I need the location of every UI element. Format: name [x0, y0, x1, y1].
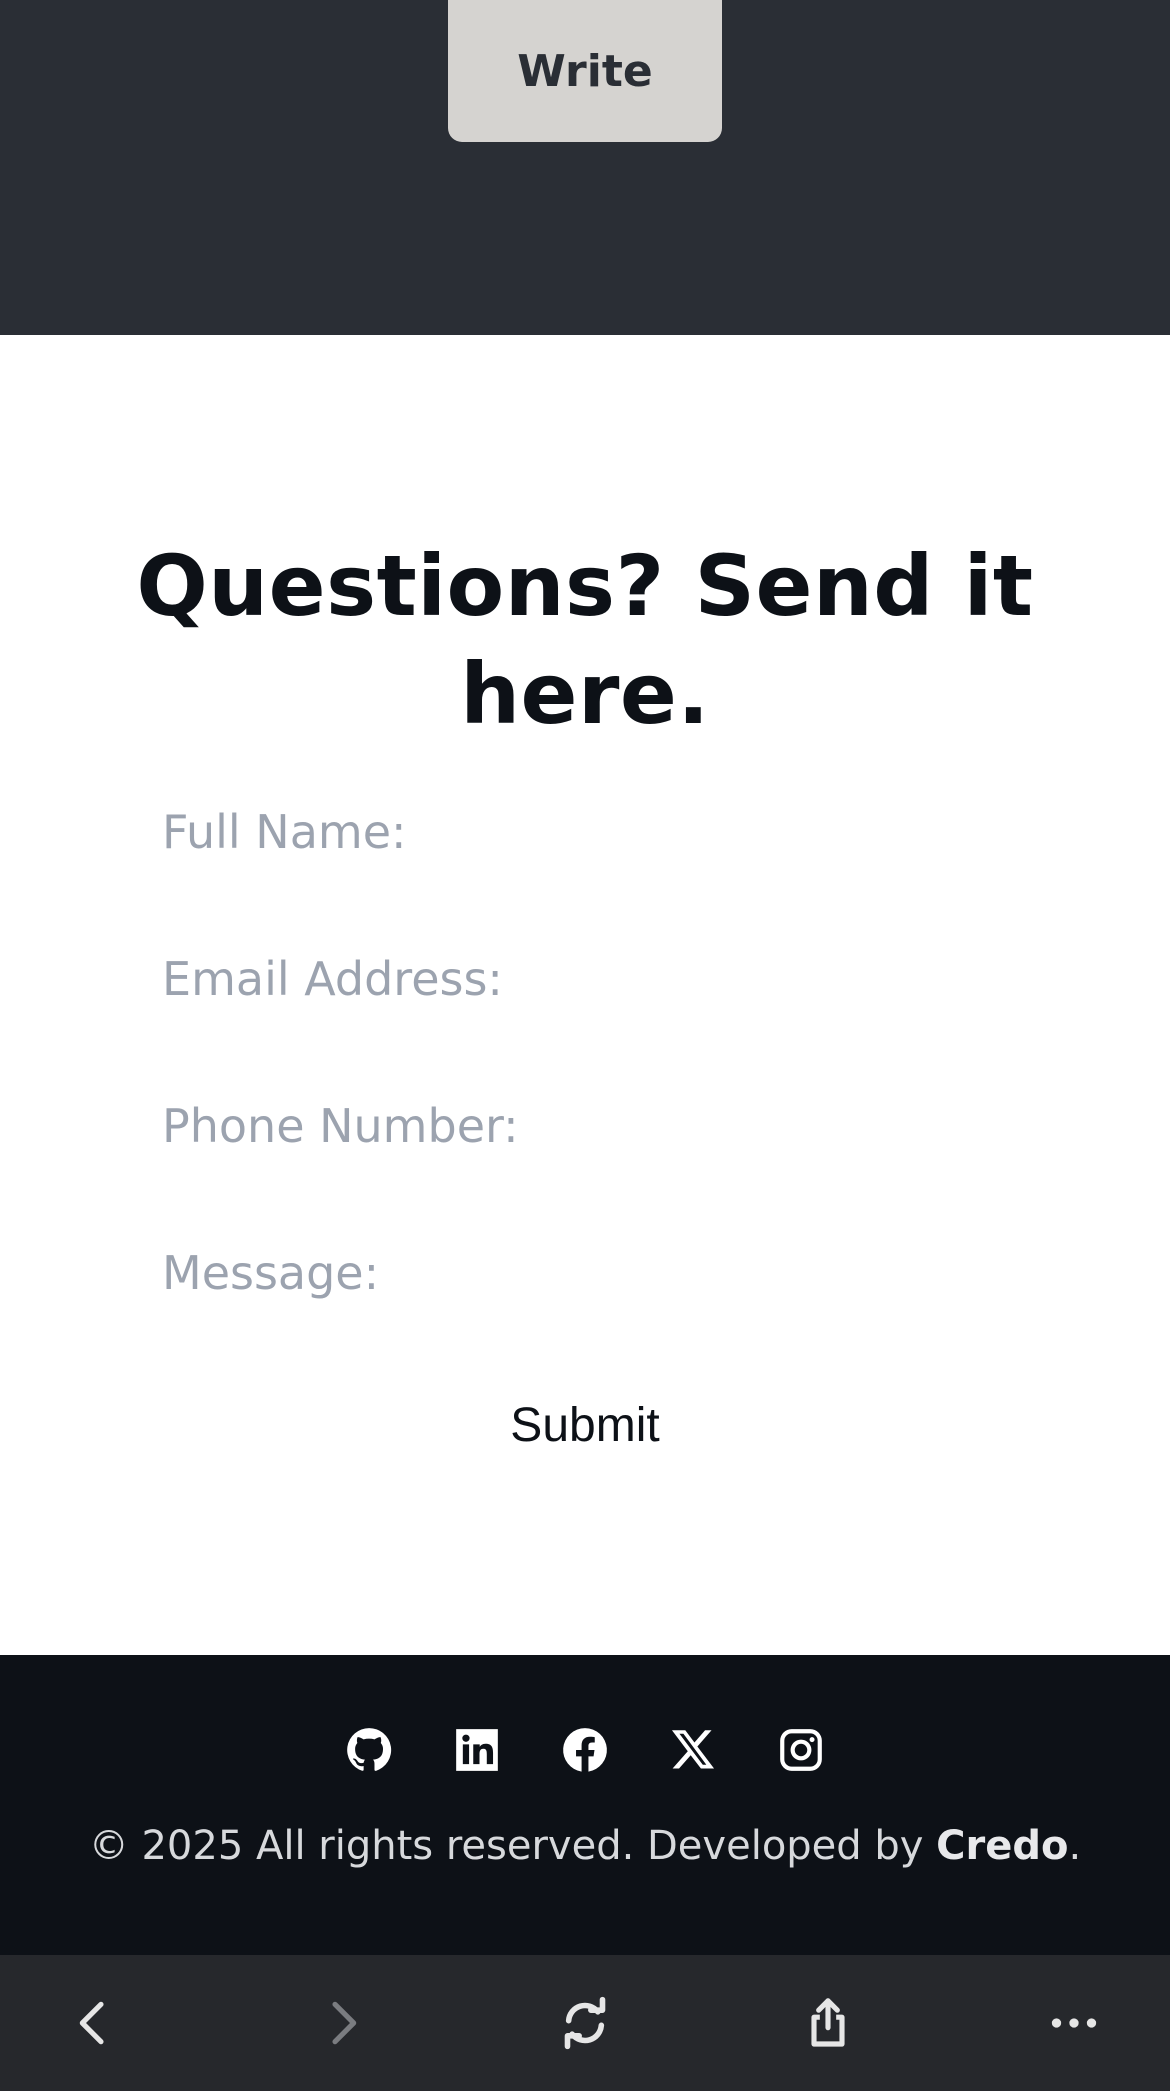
full-name-label: Full Name: [162, 805, 407, 859]
phone-label: Phone Number: [162, 1099, 519, 1153]
share-icon[interactable] [788, 1983, 868, 2063]
back-icon[interactable] [54, 1983, 134, 2063]
footer: © 2025 All rights reserved. Developed by… [0, 1655, 1170, 1955]
write-button[interactable]: Write [448, 0, 722, 142]
top-section: Write [0, 0, 1170, 335]
more-icon[interactable] [1034, 1983, 1114, 2063]
submit-button[interactable]: Submit [435, 1385, 735, 1465]
contact-title: Questions? Send it here. [136, 537, 1034, 743]
github-icon[interactable] [344, 1725, 394, 1775]
message-field[interactable]: Message: [162, 1226, 1022, 1316]
x-icon[interactable] [668, 1725, 718, 1775]
copyright-suffix: . [1068, 1823, 1082, 1869]
message-label: Message: [162, 1246, 380, 1300]
phone-field[interactable]: Phone Number: [162, 1079, 1022, 1169]
copyright-text: © 2025 All rights reserved. Developed by… [0, 1823, 1170, 1869]
copyright-prefix: © 2025 All rights reserved. Developed by [88, 1823, 937, 1869]
full-name-field[interactable]: Full Name: [162, 785, 1022, 875]
email-label: Email Address: [162, 952, 503, 1006]
forward-icon[interactable] [302, 1983, 382, 2063]
facebook-icon[interactable] [560, 1725, 610, 1775]
instagram-icon[interactable] [776, 1725, 826, 1775]
social-links [0, 1725, 1170, 1775]
email-field[interactable]: Email Address: [162, 932, 1022, 1022]
reload-icon[interactable] [545, 1983, 625, 2063]
linkedin-icon[interactable] [452, 1725, 502, 1775]
browser-toolbar [0, 1955, 1170, 2091]
contact-section: Questions? Send it here. Full Name: Emai… [0, 335, 1170, 1655]
developer-name[interactable]: Credo [936, 1823, 1068, 1869]
